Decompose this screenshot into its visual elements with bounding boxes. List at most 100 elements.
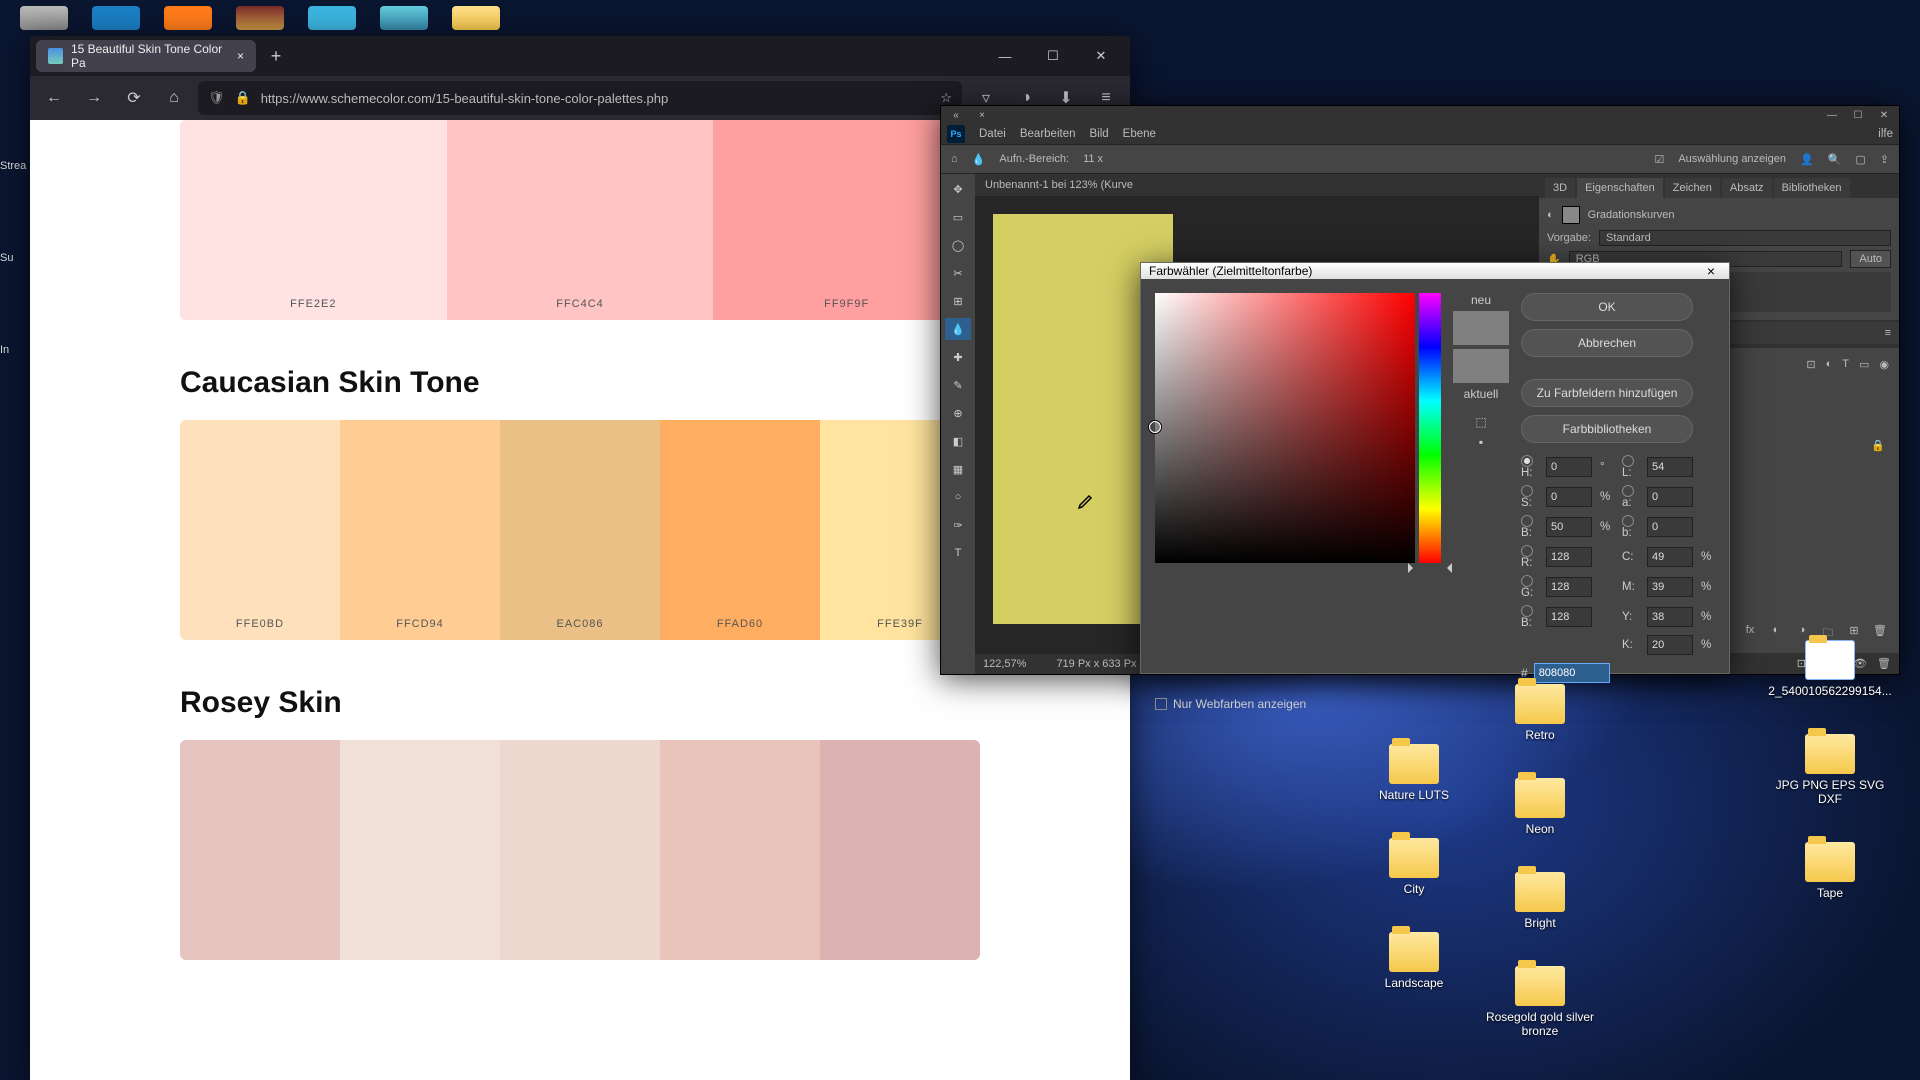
webonly-checkbox[interactable] xyxy=(1155,698,1167,710)
m-input[interactable] xyxy=(1647,577,1693,597)
k-input[interactable] xyxy=(1647,635,1693,655)
color-swatch[interactable]: FFE2E2 xyxy=(180,120,447,320)
l-input[interactable] xyxy=(1647,457,1693,477)
hue-slider[interactable] xyxy=(1419,293,1441,563)
color-swatch[interactable] xyxy=(500,740,660,960)
share-icon[interactable]: ⇪ xyxy=(1880,153,1889,166)
opt-size[interactable]: 11 x xyxy=(1083,153,1103,165)
gamut-icon[interactable]: ▪ xyxy=(1479,435,1483,449)
app-icon-3[interactable] xyxy=(380,6,428,30)
menu-bild[interactable]: Bild xyxy=(1089,128,1108,140)
filter-icon[interactable]: ◐ xyxy=(1826,358,1833,371)
c-input[interactable] xyxy=(1647,547,1693,567)
color-swatch[interactable]: FFCD94 xyxy=(340,420,500,640)
fx-icon[interactable]: fx xyxy=(1741,624,1759,643)
frame-tool-icon[interactable]: ⊞ xyxy=(945,290,971,312)
g-input[interactable] xyxy=(1546,577,1592,597)
dialog-titlebar[interactable]: Farbwähler (Zielmitteltonfarbe) × xyxy=(1141,263,1729,279)
filter-icon[interactable]: T xyxy=(1842,358,1849,371)
color-swatch[interactable] xyxy=(180,740,340,960)
tab-bibliotheken[interactable]: Bibliotheken xyxy=(1774,178,1850,198)
h-input[interactable] xyxy=(1546,457,1592,477)
eraser-tool-icon[interactable]: ◧ xyxy=(945,430,971,452)
new-tab-button[interactable]: + xyxy=(262,42,290,70)
minimize-button[interactable]: — xyxy=(982,40,1028,72)
healing-tool-icon[interactable]: ✚ xyxy=(945,346,971,368)
filter-icon[interactable]: ◉ xyxy=(1879,358,1889,371)
close-icon[interactable]: × xyxy=(1701,263,1721,279)
menu-hilfe[interactable]: ilfe xyxy=(1878,128,1893,140)
type-tool-icon[interactable]: T xyxy=(945,542,971,564)
frame-icon[interactable]: ▢ xyxy=(1855,153,1865,166)
brush-tool-icon[interactable]: ✎ xyxy=(945,374,971,396)
close-tab-icon[interactable]: × xyxy=(237,49,244,63)
search-icon[interactable]: 👤 xyxy=(1800,153,1814,166)
b-input[interactable] xyxy=(1546,517,1592,537)
close-button[interactable]: ✕ xyxy=(1078,40,1124,72)
home-button[interactable]: ⌂ xyxy=(158,82,190,114)
cancel-button[interactable]: Abbrechen xyxy=(1521,329,1693,357)
gradient-tool-icon[interactable]: ▦ xyxy=(945,458,971,480)
lock-icon[interactable]: 🔒 xyxy=(1871,440,1885,452)
tab-3d[interactable]: 3D xyxy=(1545,178,1575,198)
crop-tool-icon[interactable]: ✂ xyxy=(945,262,971,284)
tab-zeichen[interactable]: Zeichen xyxy=(1665,178,1720,198)
b2-input[interactable] xyxy=(1546,607,1592,627)
forward-button[interactable]: → xyxy=(78,82,110,114)
filter-icon[interactable]: ▭ xyxy=(1859,358,1869,371)
hex-input[interactable] xyxy=(1534,663,1610,683)
desktop-folder[interactable]: Rosegold gold silver bronze xyxy=(1480,966,1600,1038)
url-bar[interactable]: 🛡 🔒 https://www.schemecolor.com/15-beaut… xyxy=(198,81,962,115)
color-field[interactable] xyxy=(1155,293,1415,563)
vlc-icon[interactable] xyxy=(164,6,212,30)
add-swatch-button[interactable]: Zu Farbfeldern hinzufügen xyxy=(1521,379,1693,407)
color-swatch[interactable]: FFE0BD xyxy=(180,420,340,640)
filter-icon[interactable]: ⊡ xyxy=(1806,358,1815,371)
desktop-folder[interactable]: Landscape xyxy=(1354,932,1474,990)
desktop-folder[interactable]: JPG PNG EPS SVG DXF xyxy=(1770,734,1890,806)
color-swatch[interactable] xyxy=(820,740,980,960)
bb-input[interactable] xyxy=(1647,517,1693,537)
auto-button[interactable]: Auto xyxy=(1850,250,1891,268)
checkbox-icon[interactable]: ☑ xyxy=(1654,153,1664,166)
desktop-folder[interactable]: Tape xyxy=(1770,842,1890,900)
close-icon[interactable]: × xyxy=(971,110,993,121)
desktop-folder[interactable]: 2_540010562299154... xyxy=(1770,640,1890,698)
ok-button[interactable]: OK xyxy=(1521,293,1693,321)
reload-button[interactable]: ⟳ xyxy=(118,82,150,114)
mask-thumb-icon[interactable] xyxy=(1562,206,1580,224)
tab-eigenschaften[interactable]: Eigenschaften xyxy=(1577,178,1663,198)
bookmark-star-icon[interactable]: ☆ xyxy=(940,90,952,106)
desktop-folder[interactable]: City xyxy=(1354,838,1474,896)
color-swatch[interactable]: FFAD60 xyxy=(660,420,820,640)
clone-tool-icon[interactable]: ⊕ xyxy=(945,402,971,424)
recycle-bin-icon[interactable] xyxy=(20,6,68,30)
a-input[interactable] xyxy=(1647,487,1693,507)
move-tool-icon[interactable]: ✥ xyxy=(945,178,971,200)
menu-ebene[interactable]: Ebene xyxy=(1123,128,1156,140)
desktop-folder[interactable]: Nature LUTS xyxy=(1354,744,1474,802)
browser-tab[interactable]: 15 Beautiful Skin Tone Color Pa × xyxy=(36,40,256,72)
maximize-button[interactable]: ☐ xyxy=(1030,40,1076,72)
maximize-button[interactable]: ☐ xyxy=(1847,110,1869,121)
menu-datei[interactable]: Datei xyxy=(979,128,1006,140)
preset-select[interactable]: Standard xyxy=(1599,230,1891,246)
color-swatch[interactable]: FFC4C4 xyxy=(447,120,714,320)
back-button[interactable]: ← xyxy=(38,82,70,114)
folder-icon[interactable] xyxy=(452,6,500,30)
marquee-tool-icon[interactable]: ▭ xyxy=(945,206,971,228)
app-icon-2[interactable] xyxy=(308,6,356,30)
zoom-level[interactable]: 122,57% xyxy=(983,658,1026,670)
minimize-button[interactable]: — xyxy=(1821,110,1843,121)
blur-tool-icon[interactable]: ○ xyxy=(945,486,971,508)
pen-tool-icon[interactable]: ✑ xyxy=(945,514,971,536)
app-icon[interactable] xyxy=(92,6,140,30)
tab-absatz[interactable]: Absatz xyxy=(1722,178,1772,198)
color-swatch[interactable]: EAC086 xyxy=(500,420,660,640)
ps-document-tab[interactable]: Unbenannt-1 bei 123% (Kurve xyxy=(975,174,1539,196)
cube-icon[interactable]: ⬚ xyxy=(1475,415,1486,429)
desktop-folder[interactable]: Neon xyxy=(1480,778,1600,836)
panel-menu-icon[interactable]: ≡ xyxy=(1885,327,1891,339)
desktop-folder[interactable]: Retro xyxy=(1480,684,1600,742)
current-color-swatch[interactable] xyxy=(1453,349,1509,383)
